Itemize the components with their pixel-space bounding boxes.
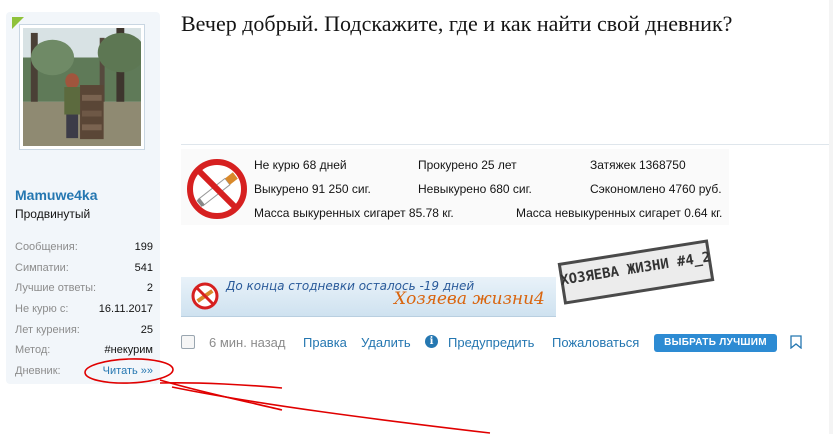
sig-years-smoked: Прокурено 25 лет xyxy=(418,158,517,172)
scrollbar-edge xyxy=(829,0,833,434)
stat-key: Метод: xyxy=(15,344,51,357)
stat-value: 16.11.2017 xyxy=(98,303,153,316)
stat-value: 2 xyxy=(146,282,153,295)
diary-read-link[interactable]: Читать »» xyxy=(103,361,153,382)
stat-value: 541 xyxy=(134,261,153,274)
sig-not-smoked-cigs: Невыкурено 680 сиг. xyxy=(418,182,532,196)
sig-saved-money: Сэкономлено 4760 руб. xyxy=(590,182,722,196)
sig-smoked-cigs: Выкурено 91 250 сиг. xyxy=(254,182,371,196)
username[interactable]: Mamuwe4ka xyxy=(15,187,97,203)
stat-value: 199 xyxy=(134,241,153,253)
post-actions-bar: 6 мин. назад Правка Удалить i Предупреди… xyxy=(181,333,806,353)
stat-value: 25 xyxy=(140,323,153,336)
signature-divider xyxy=(181,144,831,145)
stat-key: Сообщения: xyxy=(15,241,78,253)
post-title: Вечер добрый. Подскажите, где и как найт… xyxy=(181,11,733,36)
no-smoking-icon xyxy=(191,282,219,310)
info-icon[interactable]: i xyxy=(425,335,438,348)
warn-link[interactable]: Предупредить xyxy=(448,335,534,350)
stat-row-likes: Симпатии: 541 xyxy=(15,258,153,279)
stat-row-messages: Сообщения: 199 xyxy=(15,237,153,258)
report-link[interactable]: Пожаловаться xyxy=(552,335,639,350)
sig-puffs: Затяжек 1368750 xyxy=(590,158,686,172)
stat-row-method: Метод: #некурим xyxy=(15,340,153,361)
banner-group-name: Хозяева жизни4 xyxy=(394,289,545,309)
stat-value: #некурим xyxy=(104,344,153,357)
sig-mass-smoked: Масса выкуренных сигарет 85.78 кг. xyxy=(254,206,454,220)
stat-row-best-answers: Лучшие ответы: 2 xyxy=(15,278,153,299)
select-post-checkbox[interactable] xyxy=(181,335,195,349)
stat-key: Лет курения: xyxy=(15,323,80,336)
bookmark-icon[interactable] xyxy=(790,335,802,349)
avatar[interactable] xyxy=(19,24,145,150)
stat-key: Не курю с: xyxy=(15,303,69,316)
delete-link[interactable]: Удалить xyxy=(361,335,411,350)
no-smoking-icon xyxy=(187,159,247,219)
sig-mass-not-smoked: Масса невыкуренных сигарет 0.64 кг. xyxy=(516,206,723,220)
stat-row-quit-date: Не курю с: 16.11.2017 xyxy=(15,299,153,320)
sig-days-not-smoking: Не курю 68 дней xyxy=(254,158,347,172)
user-title: Продвинутый xyxy=(15,207,91,221)
choose-best-button[interactable]: ВЫБРАТЬ ЛУЧШИМ xyxy=(654,334,777,352)
stat-key: Симпатии: xyxy=(15,261,69,274)
user-stats: Сообщения: 199 Симпатии: 541 Лучшие отве… xyxy=(15,237,153,382)
avatar-photo xyxy=(23,28,141,146)
stat-key: Дневник: xyxy=(15,365,61,378)
stat-key: Лучшие ответы: xyxy=(15,282,97,295)
stat-row-diary: Дневник: Читать »» xyxy=(15,361,153,382)
post-time[interactable]: 6 мин. назад xyxy=(209,335,285,350)
group-stamp: ХОЗЯЕВА ЖИЗНИ #4_2 xyxy=(553,235,719,309)
stat-row-years-smoking: Лет курения: 25 xyxy=(15,320,153,341)
edit-link[interactable]: Правка xyxy=(303,335,347,350)
